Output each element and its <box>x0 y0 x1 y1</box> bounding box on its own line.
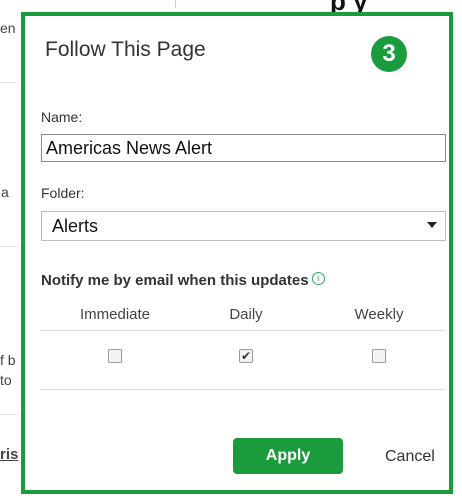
name-label: Name: <box>41 109 83 125</box>
folder-label: Folder: <box>41 185 85 201</box>
notify-label: Notify me by email when this updates <box>41 272 309 289</box>
frequency-header-weekly: Weekly <box>354 306 404 323</box>
notify-heading: Notify me by email when this updates i <box>41 272 325 289</box>
cancel-button[interactable]: Cancel <box>385 448 435 466</box>
frequency-divider <box>41 389 446 390</box>
immediate-checkbox[interactable] <box>108 349 122 363</box>
weekly-checkbox[interactable] <box>372 349 386 363</box>
background-text-fragment: f b <box>0 352 16 368</box>
folder-selected-value: Alerts <box>52 216 99 236</box>
apply-button[interactable]: Apply <box>233 438 343 474</box>
name-input[interactable]: Americas News Alert <box>41 134 446 162</box>
background-page <box>0 0 18 502</box>
background-header <box>175 0 462 8</box>
background-text-fragment: en <box>0 20 16 36</box>
frequency-header-daily: Daily <box>229 306 263 323</box>
background-divider <box>0 246 18 247</box>
dialog-title: Follow This Page <box>45 38 206 61</box>
background-link[interactable]: ris <box>0 446 18 463</box>
folder-select[interactable]: Alerts <box>41 211 446 241</box>
background-text-fragment: a <box>1 184 9 200</box>
dropdown-arrow-icon <box>427 222 437 228</box>
frequency-divider <box>41 330 446 331</box>
background-text-fragment: to <box>0 372 12 388</box>
follow-page-dialog: Follow This Page 3 Name: Americas News A… <box>21 12 453 494</box>
background-divider <box>0 82 18 83</box>
info-icon[interactable]: i <box>311 272 325 285</box>
step-number-badge: 3 <box>371 36 407 72</box>
frequency-header-immediate: Immediate <box>79 306 151 323</box>
background-divider <box>0 414 18 415</box>
daily-checkbox[interactable]: ✔ <box>239 349 253 363</box>
